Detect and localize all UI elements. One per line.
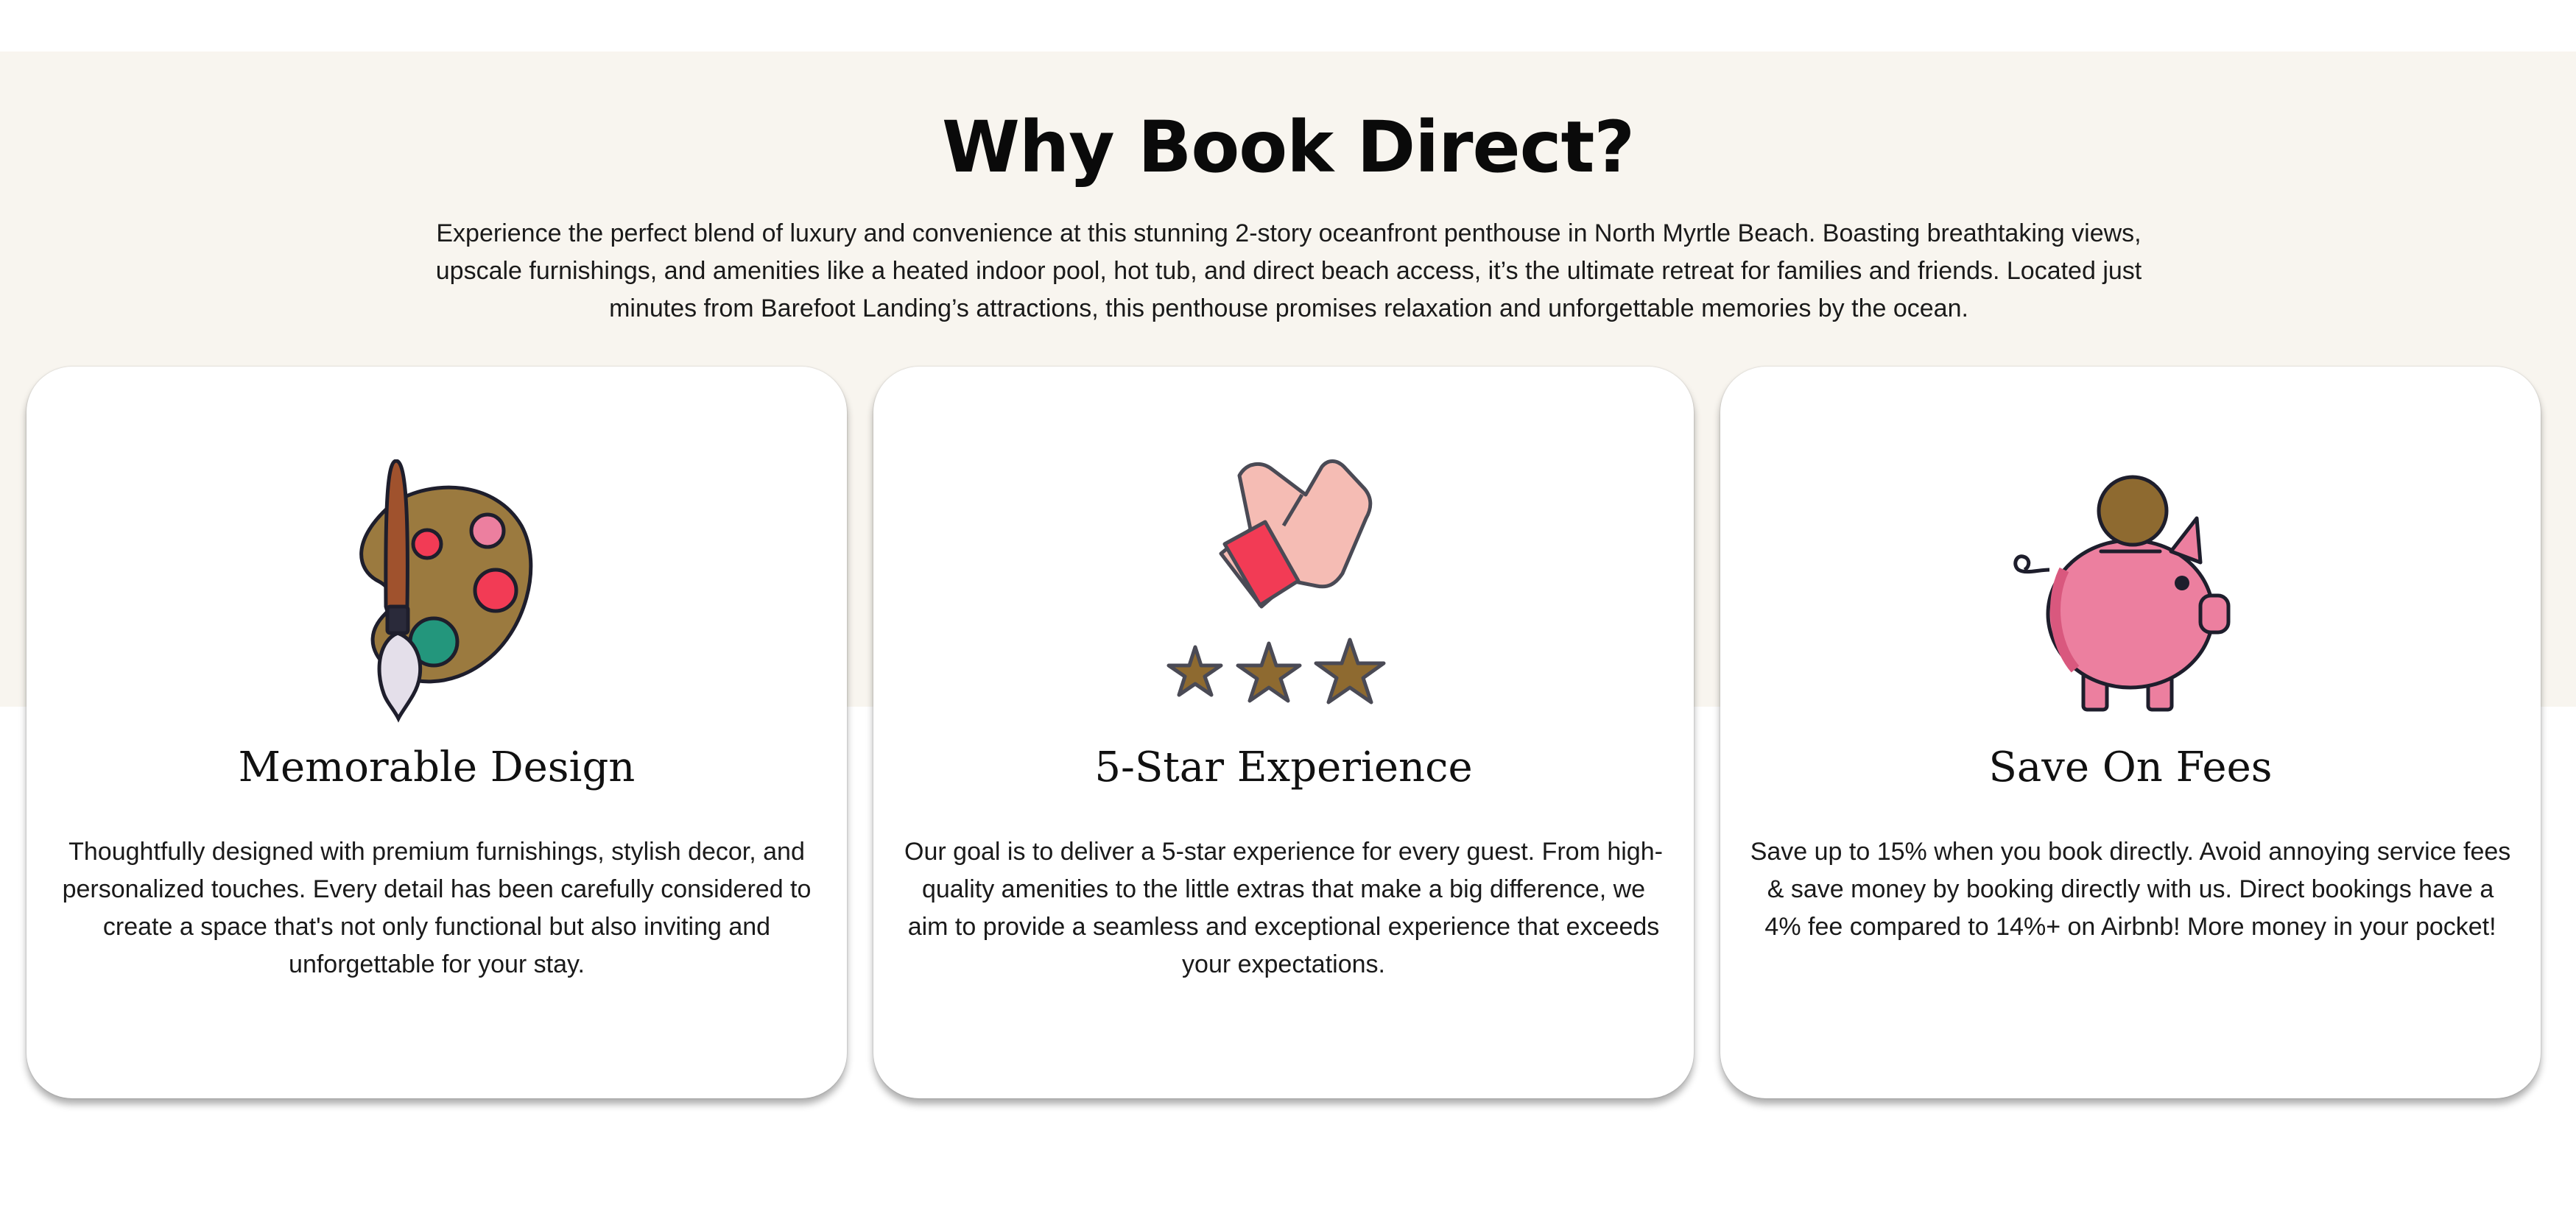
- feature-card-5-star-experience: 5-Star Experience Our goal is to deliver…: [873, 367, 1694, 1098]
- thumbs-up-stars-icon: [1151, 459, 1416, 724]
- section-intro: Experience the perfect blend of luxury a…: [435, 219, 2142, 322]
- card-title: Memorable Design: [238, 744, 636, 791]
- card-description: Thoughtfully designed with premium furni…: [62, 838, 812, 978]
- page: Why Book Direct? Experience the perfect …: [0, 0, 2576, 1222]
- feature-card-memorable-design: Memorable Design Thoughtfully designed w…: [27, 367, 847, 1098]
- card-description: Our goal is to deliver a 5-star experien…: [904, 838, 1663, 978]
- card-description: Save up to 15% when you book directly. A…: [1750, 838, 2511, 941]
- piggy-bank-coin-icon: [1998, 459, 2263, 724]
- section-title: Why Book Direct?: [941, 106, 1635, 188]
- card-title: Save On Fees: [1988, 744, 2273, 791]
- palette-brush-icon: [304, 459, 569, 724]
- feature-cards: Memorable Design Thoughtfully designed w…: [27, 367, 2541, 1098]
- card-title: 5-Star Experience: [1094, 744, 1473, 791]
- feature-card-save-on-fees: Save On Fees Save up to 15% when you boo…: [1720, 367, 2541, 1098]
